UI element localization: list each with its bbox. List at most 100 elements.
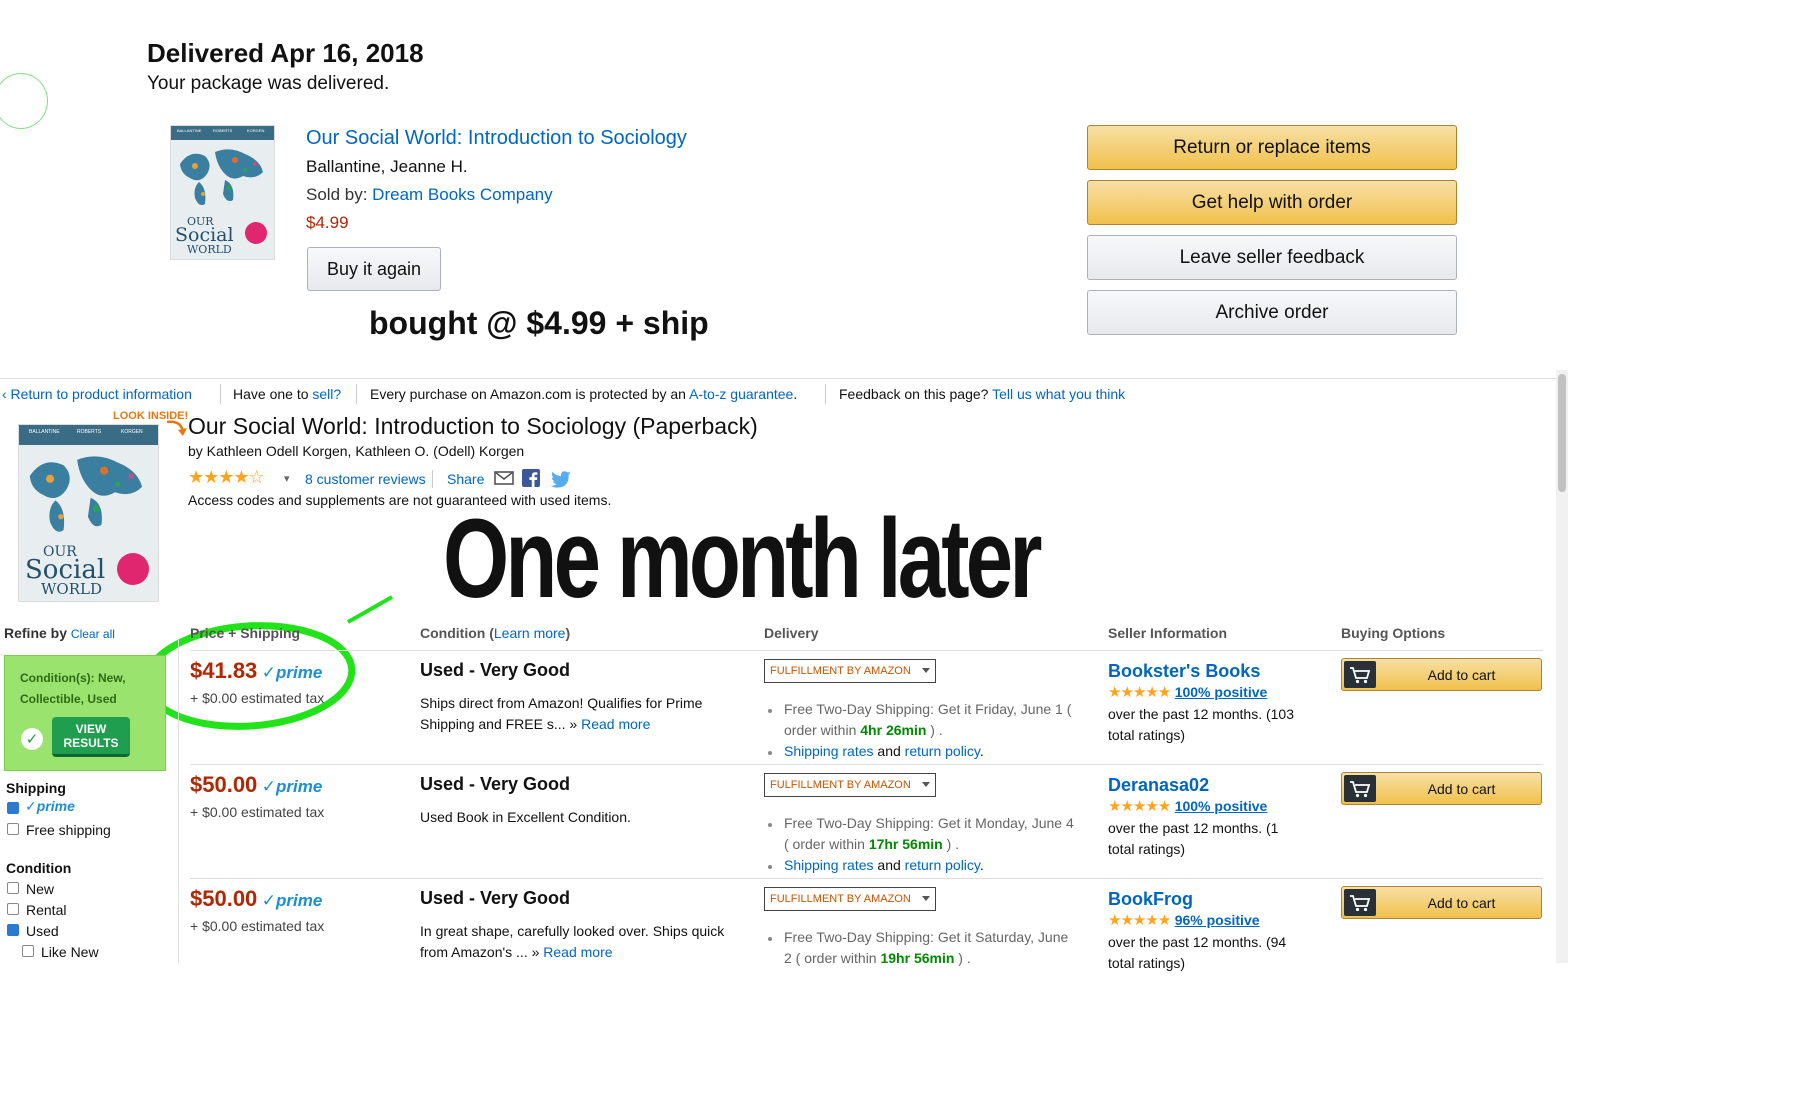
scrollbar-thumb[interactable] [1558, 374, 1566, 492]
product-book-cover[interactable]: BALLANTINE ROBERTS KORGEN OUR Social WOR… [18, 424, 159, 602]
cover-author-2: ROBERTS [77, 429, 102, 435]
shipping-estimate: Free Two-Day Shipping: Get it Saturday, … [784, 927, 1084, 969]
seller-detail-line2: total ratings) [1108, 727, 1186, 743]
prime-checkbox[interactable] [7, 802, 19, 814]
seller-name-link[interactable]: Bookster's Books [1108, 661, 1260, 682]
nav-separator [356, 384, 357, 404]
seller-rating: ★★★★★ 100% positive [1108, 797, 1267, 816]
return-policy-link[interactable]: return policy [905, 857, 980, 873]
add-to-cart-button[interactable]: Add to cart [1341, 658, 1542, 691]
protection-period: . [793, 386, 798, 402]
chevron-down-icon [922, 668, 930, 673]
add-to-cart-label: Add to cart [1427, 895, 1496, 911]
seller-stars: ★★★★★ [1108, 684, 1171, 701]
sell-link[interactable]: sell? [312, 386, 341, 402]
get-help-button[interactable]: Get help with order [1087, 180, 1457, 225]
a-to-z-link[interactable]: A-to-z guarantee [689, 386, 793, 402]
return-replace-button[interactable]: Return or replace items [1087, 125, 1457, 170]
offer-tax: + $0.00 estimated tax [190, 804, 325, 820]
new-label[interactable]: New [26, 881, 54, 897]
share-label: Share [447, 471, 485, 487]
buy-it-again-button[interactable]: Buy it again [307, 247, 441, 291]
have-one-text: Have one to sell? [233, 386, 341, 402]
free-shipping-label[interactable]: Free shipping [26, 822, 111, 838]
archive-order-button[interactable]: Archive order [1087, 290, 1457, 335]
shipping-rates-link[interactable]: Shipping rates [784, 857, 874, 873]
rental-label[interactable]: Rental [26, 902, 66, 918]
rental-checkbox[interactable] [7, 903, 19, 915]
prime-filter-label[interactable]: ✓prime [25, 798, 75, 815]
cover-author-3: KORGEN [121, 429, 143, 435]
positive-rating-link[interactable]: 96% positive [1175, 912, 1260, 928]
twitter-icon[interactable] [550, 470, 572, 488]
rating-stars[interactable]: ★★★★☆ [188, 467, 265, 488]
free-shipping-checkbox[interactable] [7, 823, 19, 835]
annotation-bought-price: bought @ $4.99 + ship [369, 305, 709, 341]
row-divider [190, 878, 1543, 879]
new-checkbox[interactable] [7, 882, 19, 894]
sold-by-label: Sold by: [306, 185, 368, 204]
bullet [768, 865, 772, 869]
clear-all-link[interactable]: Clear all [71, 627, 115, 641]
fulfillment-dropdown[interactable]: FULFILLMENT BY AMAZON [764, 773, 936, 797]
offer-price: $50.00 [190, 886, 258, 911]
seller-name-link[interactable]: BookFrog [1108, 889, 1193, 910]
cover-title-world: WORLD [41, 580, 102, 598]
refine-by-label: Refine by [4, 625, 68, 641]
like-new-label[interactable]: Like New [41, 944, 99, 960]
cover-author-3: KORGEN [247, 128, 265, 133]
email-icon[interactable] [494, 470, 514, 486]
used-label[interactable]: Used [26, 923, 59, 939]
cart-icon [1344, 775, 1376, 802]
offer-condition: Used - Very Good [420, 774, 571, 794]
tell-us-link[interactable]: Tell us what you think [992, 386, 1125, 402]
read-more-link[interactable]: Read more [581, 716, 650, 732]
shipping-filter-heading: Shipping [6, 780, 66, 796]
positive-rating-link[interactable]: 100% positive [1175, 798, 1268, 814]
shipping-rates-link[interactable]: Shipping rates [784, 743, 874, 759]
fulfillment-label: FULFILLMENT BY AMAZON [770, 665, 911, 677]
like-new-checkbox[interactable] [22, 945, 34, 957]
world-map-graphic [180, 149, 263, 206]
add-to-cart-button[interactable]: Add to cart [1341, 772, 1542, 805]
cover-pink-badge [245, 222, 267, 244]
positive-rating-link[interactable]: 100% positive [1175, 684, 1268, 700]
seller-detail-line1: over the past 12 months. (1 [1108, 820, 1279, 836]
return-policy-link[interactable]: return policy [905, 743, 980, 759]
order-book-cover[interactable]: BALLANTINE ROBERTS KORGEN OUR Social WOR… [170, 125, 275, 260]
product-title: Our Social World: Introduction to Sociol… [188, 413, 758, 439]
seller-detail-line2: total ratings) [1108, 841, 1186, 857]
used-checkbox[interactable] [7, 924, 19, 936]
view-results-button[interactable]: VIEW RESULTS [52, 717, 130, 757]
col-header-delivery: Delivery [764, 625, 819, 641]
add-to-cart-label: Add to cart [1427, 667, 1496, 683]
customer-reviews-link[interactable]: 8 customer reviews [305, 471, 426, 487]
col-header-buying: Buying Options [1341, 625, 1446, 641]
header-divider [190, 650, 1543, 651]
fulfillment-dropdown[interactable]: FULFILLMENT BY AMAZON [764, 887, 936, 911]
section-divider [0, 378, 1556, 379]
order-author: Ballantine, Jeanne H. [306, 157, 468, 176]
order-product-title-link[interactable]: Our Social World: Introduction to Sociol… [306, 127, 687, 150]
nav-separator [825, 384, 826, 404]
annotation-small-circle [0, 73, 48, 129]
cover-author-2: ROBERTS [213, 128, 233, 133]
read-more-link[interactable]: Read more [543, 944, 612, 960]
leave-feedback-button[interactable]: Leave seller feedback [1087, 235, 1457, 280]
rating-dropdown-icon[interactable]: ▾ [284, 472, 290, 485]
offer-description-line2: Shipping and FREE s... » [420, 716, 578, 732]
facebook-icon[interactable] [522, 469, 540, 487]
seller-name-link[interactable]: Deranasa02 [1108, 775, 1209, 796]
prime-badge: ✓prime [261, 663, 323, 682]
shipping-order-suffix: ) . [926, 722, 943, 738]
offer-description: In great shape, carefully looked over. S… [420, 921, 750, 963]
policy-period: . [979, 743, 984, 759]
seller-detail-line2: total ratings) [1108, 955, 1186, 971]
bullet [768, 823, 772, 827]
seller-link[interactable]: Dream Books Company [372, 185, 552, 204]
seller-rating: ★★★★★ 100% positive [1108, 683, 1267, 702]
fulfillment-dropdown[interactable]: FULFILLMENT BY AMAZON [764, 659, 936, 683]
add-to-cart-button[interactable]: Add to cart [1341, 886, 1542, 919]
return-to-product-link[interactable]: ‹ Return to product information [2, 386, 192, 402]
learn-more-link[interactable]: Learn more [494, 625, 566, 641]
